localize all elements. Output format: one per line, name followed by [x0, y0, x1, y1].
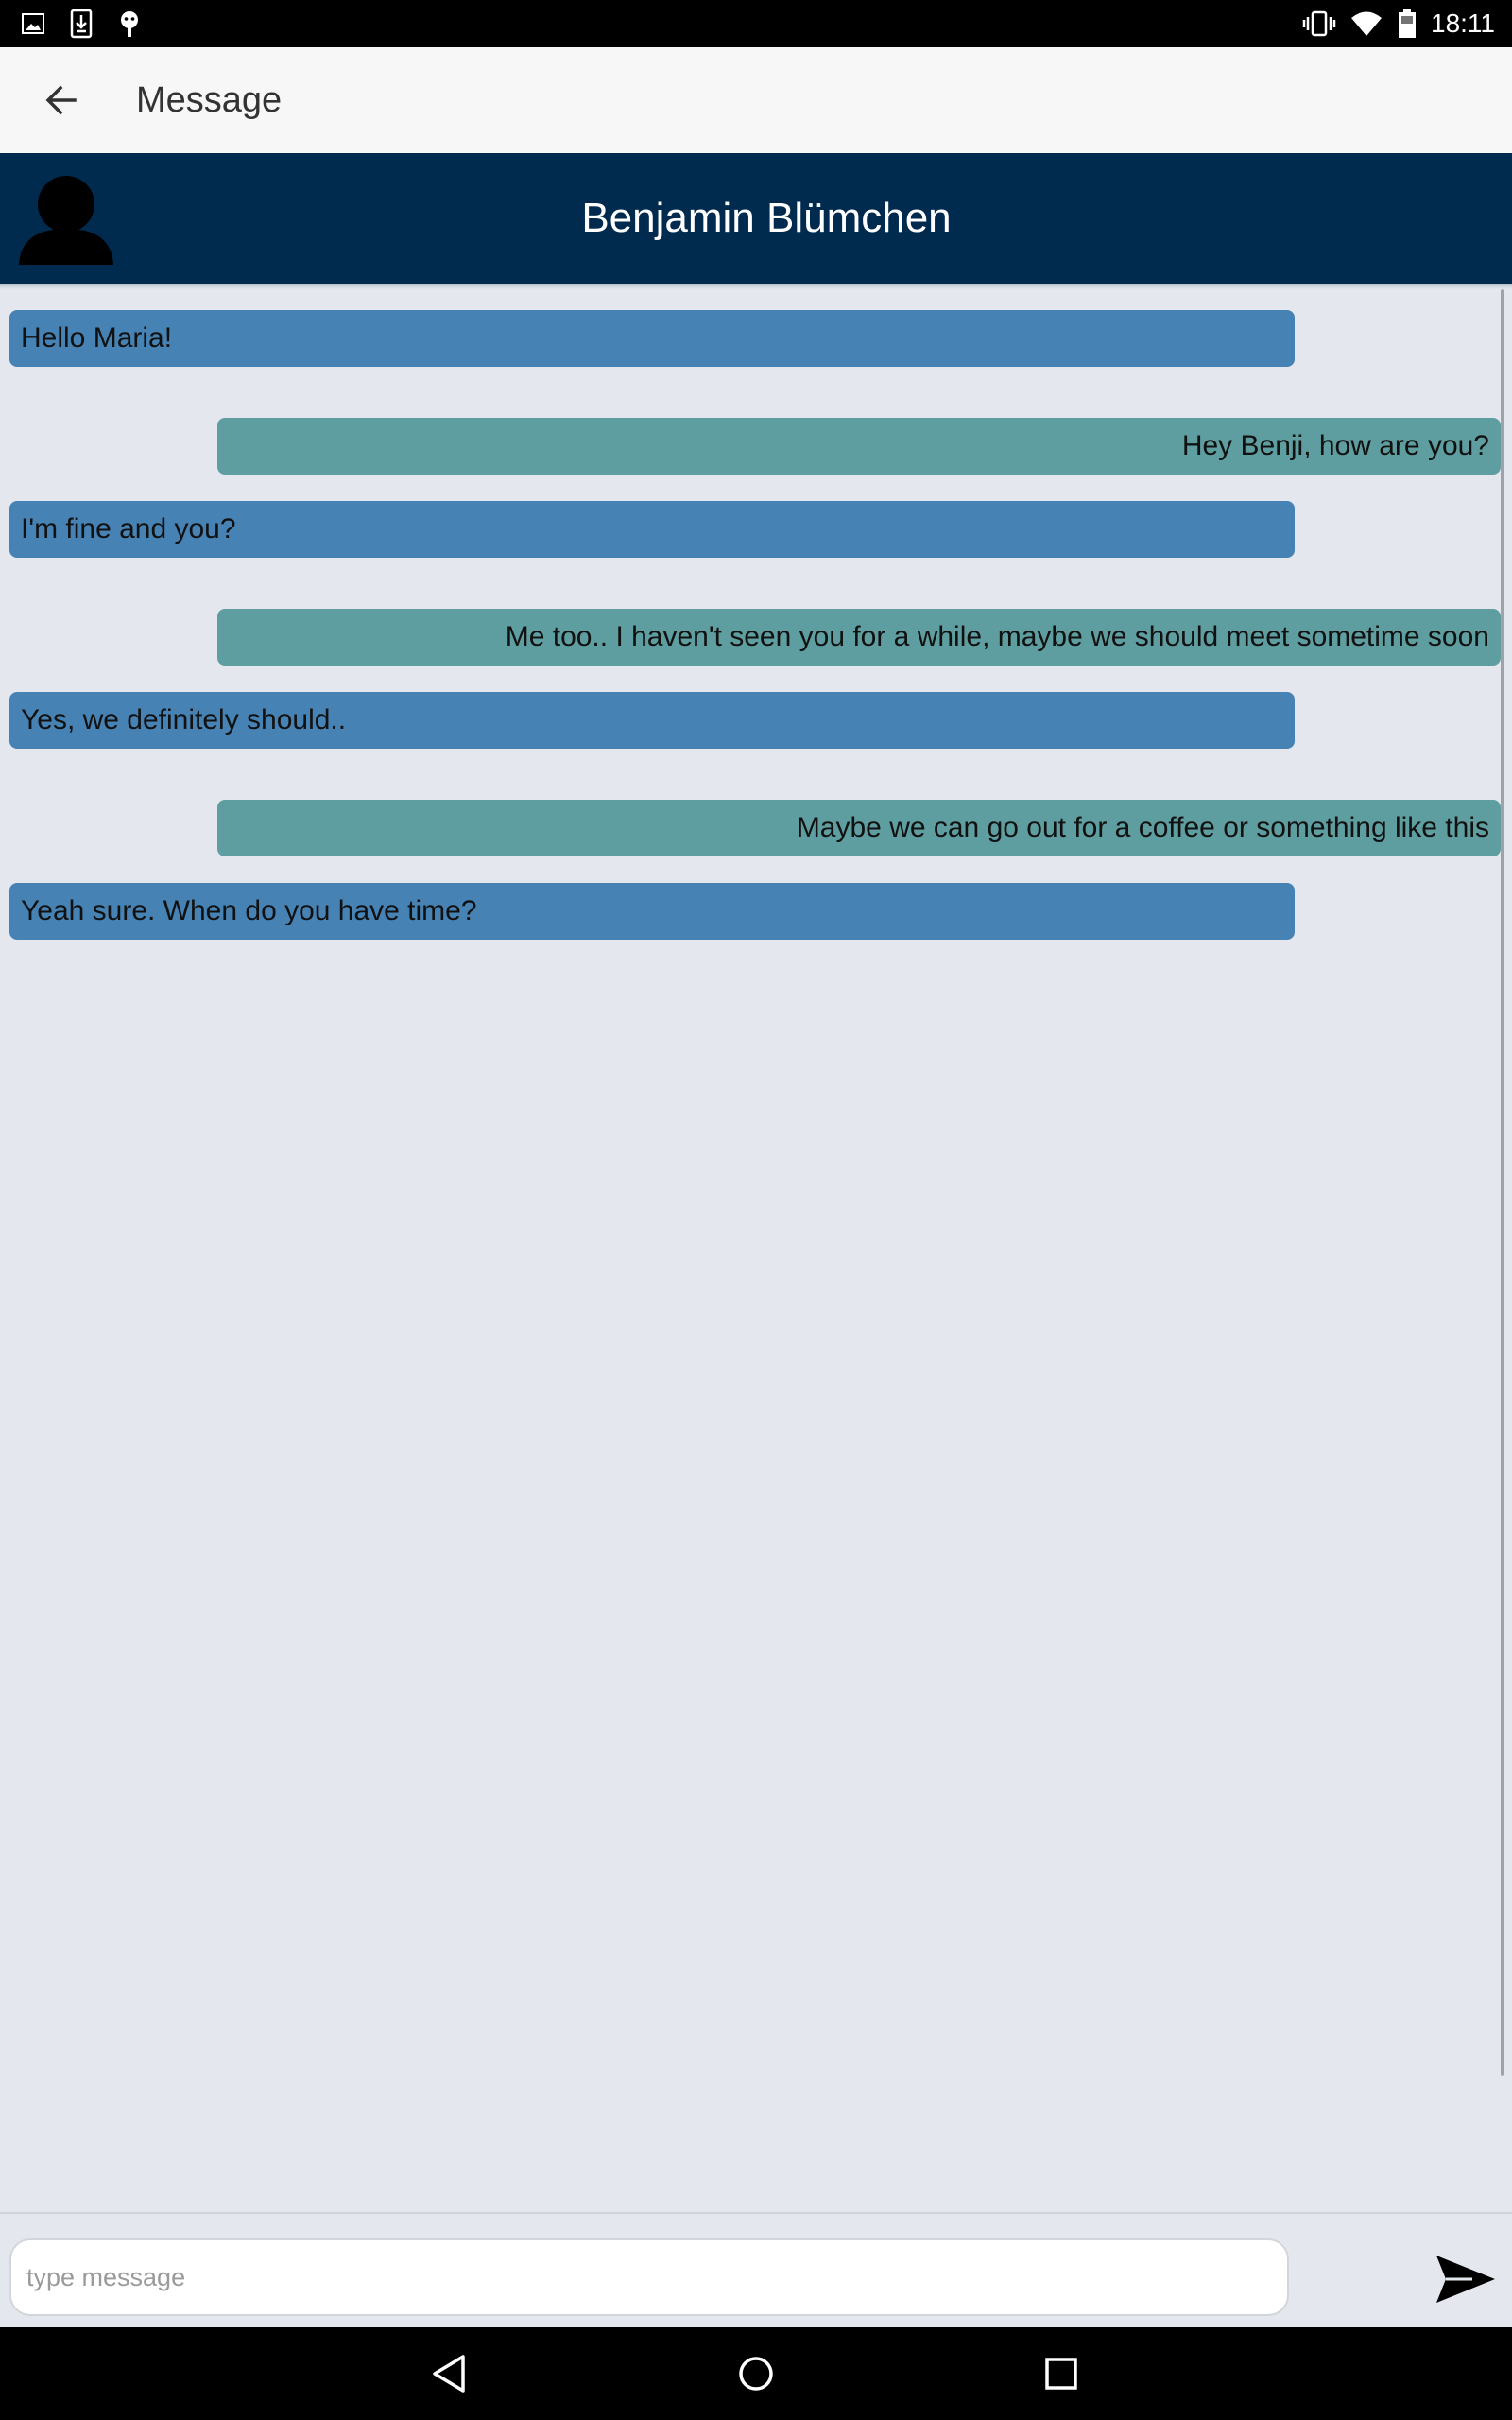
message-incoming: Hello Maria!: [9, 310, 1295, 367]
status-bar: 18:11: [0, 0, 1512, 47]
message-incoming: Yeah sure. When do you have time?: [9, 883, 1295, 940]
message-outgoing: Me too.. I haven't seen you for a while,…: [217, 609, 1501, 666]
arrow-left-icon: [45, 85, 77, 115]
message-list[interactable]: Hello Maria! Hey Benji, how are you? I'm…: [0, 289, 1503, 2048]
nav-recents-icon[interactable]: [1038, 2350, 1085, 2397]
back-button[interactable]: [28, 74, 94, 127]
status-right-icons: 18:11: [1302, 6, 1495, 42]
message-outgoing: Maybe we can go out for a coffee or some…: [217, 800, 1501, 856]
nav-back-icon[interactable]: [427, 2350, 474, 2397]
message-incoming: Yes, we definitely should..: [9, 692, 1295, 749]
message-incoming: I'm fine and you?: [9, 501, 1295, 558]
status-time: 18:11: [1431, 9, 1495, 38]
scrollbar[interactable]: [1501, 289, 1504, 2076]
battery-icon: [1399, 9, 1416, 38]
status-left-icons: [21, 8, 142, 40]
download-icon: [70, 9, 93, 39]
composer: [0, 2212, 1512, 2329]
message-outgoing: Hey Benji, how are you?: [217, 418, 1501, 475]
page-title: Message: [136, 80, 283, 120]
contact-name: Benjamin Blümchen: [581, 195, 952, 241]
app-bar: Message: [0, 47, 1512, 154]
contact-header: Benjamin Blümchen: [0, 153, 1512, 284]
image-icon: [22, 13, 44, 34]
android-debug-icon: [121, 11, 138, 37]
message-input[interactable]: [9, 2238, 1289, 2316]
wifi-icon: [1351, 11, 1382, 36]
nav-home-icon[interactable]: [732, 2350, 780, 2397]
send-icon[interactable]: [1435, 2252, 1497, 2307]
vibrate-icon: [1302, 10, 1336, 37]
navigation-bar: [0, 2327, 1512, 2420]
